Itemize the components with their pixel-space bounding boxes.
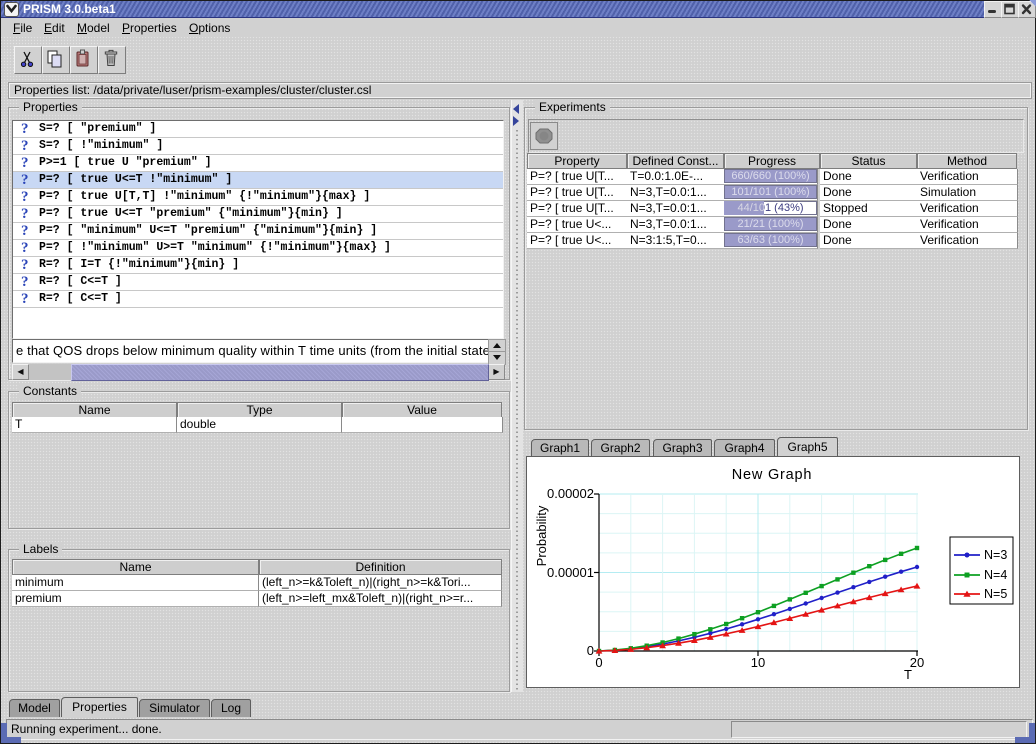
svg-text:N=5: N=5: [984, 587, 1007, 601]
svg-text:N=3: N=3: [984, 548, 1007, 562]
svg-text:New Graph: New Graph: [732, 467, 813, 483]
svg-text:N=4: N=4: [984, 568, 1007, 582]
svg-text:10: 10: [751, 655, 765, 670]
svg-text:0.00001: 0.00001: [547, 565, 594, 580]
svg-text:0: 0: [587, 643, 594, 658]
svg-text:Probability: Probability: [534, 505, 549, 566]
svg-text:T: T: [904, 667, 912, 682]
svg-text:0.00002: 0.00002: [547, 486, 594, 501]
svg-text:0: 0: [595, 655, 602, 670]
